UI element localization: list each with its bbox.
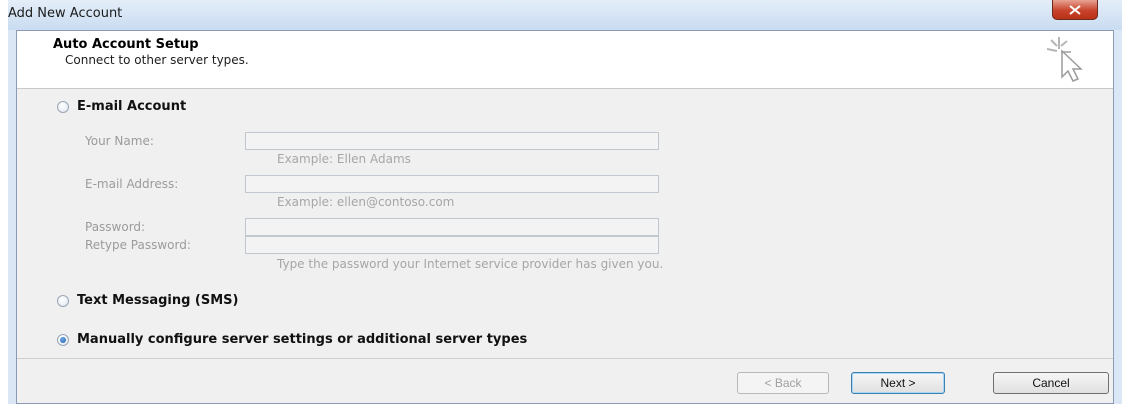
password-hint: Type the password your Internet service … bbox=[277, 257, 664, 271]
wizard-cursor-icon bbox=[1046, 37, 1083, 82]
dialog-window: Add New Account Auto Account Setup Conne… bbox=[8, 0, 1122, 404]
text-messaging-radio[interactable] bbox=[57, 294, 69, 307]
close-button[interactable] bbox=[1052, 0, 1098, 20]
back-button[interactable]: < Back bbox=[737, 372, 829, 394]
wizard-header: Auto Account Setup Connect to other serv… bbox=[17, 31, 1113, 89]
cancel-button[interactable]: Cancel bbox=[993, 372, 1109, 394]
dialog-body: Auto Account Setup Connect to other serv… bbox=[16, 30, 1114, 404]
password-field[interactable] bbox=[245, 218, 659, 236]
page-title: Auto Account Setup bbox=[53, 37, 199, 52]
window-title: Add New Account bbox=[8, 6, 123, 21]
option-manual-configure[interactable]: Manually configure server settings or ad… bbox=[57, 332, 527, 347]
email-address-hint: Example: ellen@contoso.com bbox=[277, 195, 455, 209]
retype-password-label: Retype Password: bbox=[85, 238, 191, 252]
email-account-radio[interactable] bbox=[57, 100, 69, 113]
page-subtitle: Connect to other server types. bbox=[65, 53, 249, 67]
close-icon bbox=[1069, 4, 1081, 15]
your-name-field[interactable] bbox=[245, 132, 659, 150]
option-text-messaging[interactable]: Text Messaging (SMS) bbox=[57, 293, 238, 308]
your-name-hint: Example: Ellen Adams bbox=[277, 152, 411, 166]
email-address-field[interactable] bbox=[245, 175, 659, 193]
manual-configure-radio[interactable] bbox=[57, 333, 69, 346]
title-bar[interactable]: Add New Account bbox=[8, 0, 1122, 30]
email-account-label: E-mail Account bbox=[77, 99, 187, 114]
your-name-label: Your Name: bbox=[85, 134, 154, 148]
manual-configure-label: Manually configure server settings or ad… bbox=[77, 332, 528, 347]
footer-divider bbox=[17, 358, 1113, 359]
text-messaging-label: Text Messaging (SMS) bbox=[77, 293, 239, 308]
email-address-label: E-mail Address: bbox=[85, 177, 179, 191]
option-email-account[interactable]: E-mail Account bbox=[57, 99, 186, 114]
retype-password-field[interactable] bbox=[245, 236, 659, 254]
next-button[interactable]: Next > bbox=[851, 372, 945, 394]
password-label: Password: bbox=[85, 220, 146, 234]
